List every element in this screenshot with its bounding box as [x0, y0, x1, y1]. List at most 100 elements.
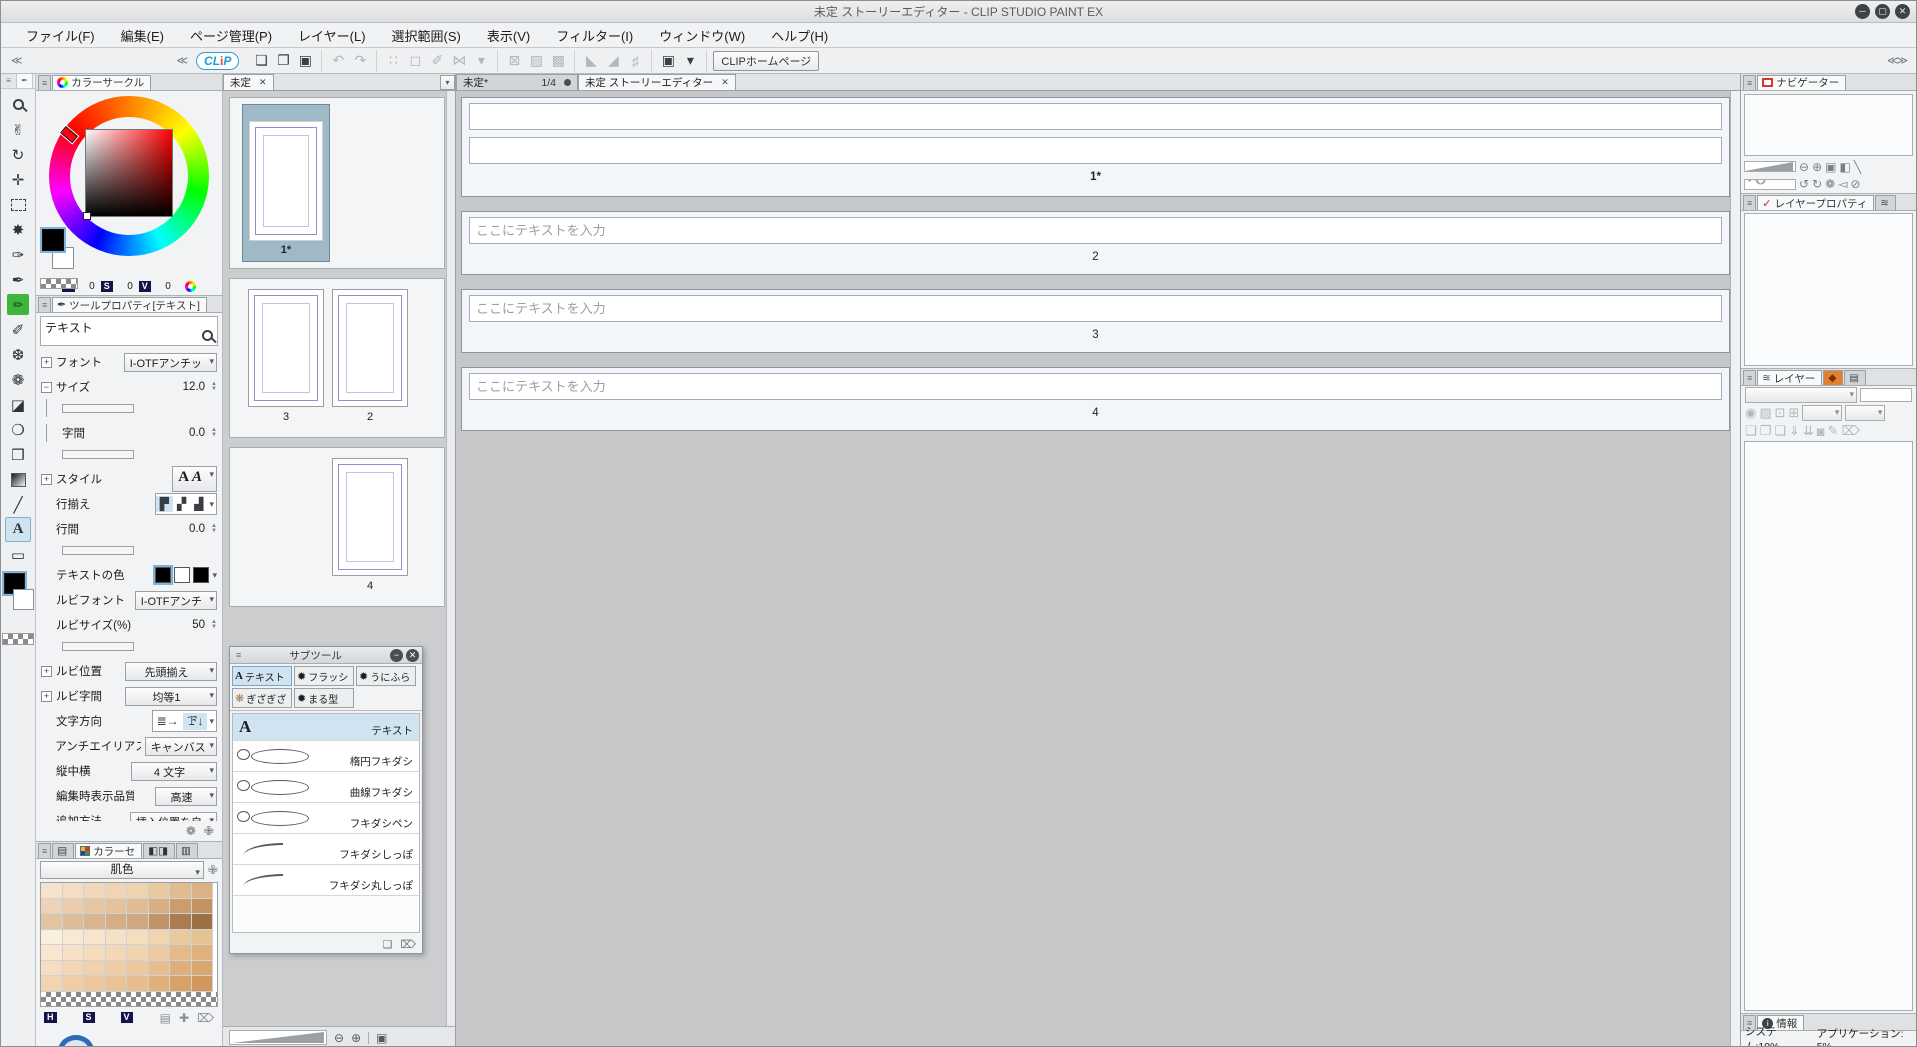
layer-option-select[interactable]: [1802, 405, 1843, 421]
tab-page-manager[interactable]: 未定 ✕: [223, 74, 274, 90]
color-swatch[interactable]: [105, 945, 127, 961]
crop-icon[interactable]: ⊠: [503, 51, 525, 71]
lock-layer-icon[interactable]: ⊡: [1775, 405, 1786, 421]
collapse-rightdock-icon[interactable]: ≪≫: [1883, 54, 1910, 67]
snap-special-ruler-icon[interactable]: ◢: [602, 51, 624, 71]
clip-logo-button[interactable]: CLiP: [196, 51, 240, 70]
selection-tool-icon[interactable]: [5, 192, 31, 217]
color-swatch[interactable]: [62, 976, 84, 992]
text-color-main-swatch[interactable]: [153, 565, 174, 585]
color-swatch[interactable]: [127, 960, 149, 976]
subtool-group-tab-1[interactable]: ✹ フラッシ: [294, 666, 354, 686]
page-thumbnail[interactable]: [248, 289, 324, 407]
page-thumbnail[interactable]: [332, 289, 408, 407]
color-swatch[interactable]: [41, 898, 63, 914]
color-swatch[interactable]: [105, 898, 127, 914]
color-swatch[interactable]: [84, 914, 106, 930]
color-swatch[interactable]: [127, 914, 149, 930]
menu-item-2[interactable]: ページ管理(P): [179, 24, 283, 47]
color-swatch[interactable]: [105, 914, 127, 930]
brush-tool-icon[interactable]: ✐: [5, 317, 31, 342]
reselect-icon[interactable]: ◻: [404, 51, 426, 71]
decoration-tool-icon[interactable]: ❁: [5, 367, 31, 392]
expand-icon[interactable]: +: [41, 473, 52, 485]
align-center-icon[interactable]: ▞: [173, 496, 190, 512]
color-swatch[interactable]: [191, 929, 213, 945]
zoom-tool-icon[interactable]: [5, 92, 31, 117]
hand-tool-icon[interactable]: ✌: [5, 117, 31, 142]
antialias-select[interactable]: キャンバス: [144, 736, 217, 756]
layer-visibility-icon[interactable]: ◉: [1745, 405, 1756, 421]
reset-settings-icon[interactable]: ❁: [186, 824, 196, 838]
hue-ring[interactable]: [49, 95, 209, 256]
menu-item-5[interactable]: 表示(V): [476, 24, 541, 47]
text-direction-select[interactable]: ≣→ ꘘ↓ ▾: [151, 710, 217, 732]
subtool-item-0[interactable]: A テキスト: [233, 714, 419, 741]
tab-list-dropdown-icon[interactable]: ▾: [440, 75, 455, 90]
save-file-icon[interactable]: ▣: [294, 51, 316, 71]
layer-mask-icon[interactable]: ◙: [1817, 424, 1825, 439]
merge-down-icon[interactable]: ⇓: [1789, 423, 1800, 439]
lock-transparent-pixel-icon[interactable]: ⊞: [1789, 405, 1800, 421]
reset-zoom-icon[interactable]: ╲: [1854, 160, 1861, 174]
color-swatch[interactable]: [41, 883, 63, 899]
leading-slider[interactable]: [62, 545, 134, 555]
airbrush-tool-icon[interactable]: ❆: [5, 342, 31, 367]
fit-screen-icon[interactable]: ▣: [376, 1031, 387, 1045]
close-icon[interactable]: ✕: [259, 77, 267, 88]
copy-subtool-icon[interactable]: ❏: [383, 938, 393, 951]
pen-tool-icon[interactable]: ✒: [5, 267, 31, 292]
color-swatch[interactable]: [62, 898, 84, 914]
menu-item-0[interactable]: ファイル(F): [15, 24, 106, 47]
color-swatch[interactable]: [191, 914, 213, 930]
zoom-slider[interactable]: [229, 1030, 327, 1045]
color-swatch[interactable]: [105, 976, 127, 992]
new-layer-icon[interactable]: ❏: [1745, 423, 1757, 439]
story-text-input[interactable]: [469, 217, 1722, 244]
panel-menu-icon[interactable]: ≡: [38, 843, 52, 858]
tab-timeline[interactable]: ▤: [1844, 370, 1866, 385]
color-swatch[interactable]: [127, 976, 149, 992]
gradient-tool-icon[interactable]: [5, 467, 31, 492]
flip-canvas-icon[interactable]: ▨: [525, 51, 547, 71]
story-text-input[interactable]: [469, 373, 1722, 400]
color-swatch[interactable]: [191, 945, 213, 961]
rotate-slider[interactable]: ∿: [1744, 178, 1796, 190]
maximize-icon[interactable]: ▢: [1875, 4, 1890, 19]
story-text-input[interactable]: [469, 103, 1722, 130]
menu-item-6[interactable]: フィルター(I): [545, 24, 644, 47]
menu-item-3[interactable]: レイヤー(L): [287, 24, 377, 47]
dropdown-arrow-icon[interactable]: ▾: [212, 570, 217, 581]
quick-mask-icon[interactable]: ✐: [426, 51, 448, 71]
zoom-slider[interactable]: [1744, 161, 1796, 173]
color-swatch[interactable]: [84, 898, 106, 914]
color-swatch[interactable]: [191, 960, 213, 976]
expand-icon[interactable]: +: [41, 690, 52, 702]
text-color-sub-swatch[interactable]: [174, 567, 191, 583]
transparent-swatch-row[interactable]: [41, 991, 217, 1006]
selection-dropdown-icon[interactable]: ▾: [470, 51, 492, 71]
ruby-size-slider[interactable]: [62, 641, 134, 651]
collapse-icon[interactable]: −: [41, 381, 52, 393]
layer-option-select[interactable]: [1845, 405, 1886, 421]
flip-view-icon[interactable]: ◅: [1838, 177, 1847, 191]
tab-material[interactable]: ◆: [1823, 370, 1844, 385]
color-swatch[interactable]: [62, 883, 84, 899]
wrench-icon[interactable]: ✙: [208, 863, 218, 877]
color-swatch[interactable]: [84, 929, 106, 945]
text-color-user-swatch[interactable]: [193, 567, 210, 583]
background-color-swatch[interactable]: [13, 589, 34, 610]
page-thumbnail-selected[interactable]: 1*: [242, 104, 330, 262]
panel-menu-icon[interactable]: ≡: [1, 74, 17, 88]
page-thumbnail[interactable]: [332, 458, 408, 576]
stepper[interactable]: ▲ ▼: [209, 523, 217, 534]
reset-rotate-icon[interactable]: ❁: [1825, 177, 1835, 191]
ruby-font-select[interactable]: I-OTFアンチ: [134, 590, 217, 610]
figure-tool-icon[interactable]: ╱: [5, 492, 31, 517]
pencil-tool-icon[interactable]: ✏: [7, 294, 29, 315]
menu-item-8[interactable]: ヘルプ(H): [760, 24, 839, 47]
fit-screen-icon[interactable]: ▣: [1825, 160, 1836, 174]
eyedropper-tool-icon[interactable]: ✑: [5, 242, 31, 267]
color-swatch[interactable]: [62, 960, 84, 976]
search-icon[interactable]: [202, 330, 213, 341]
